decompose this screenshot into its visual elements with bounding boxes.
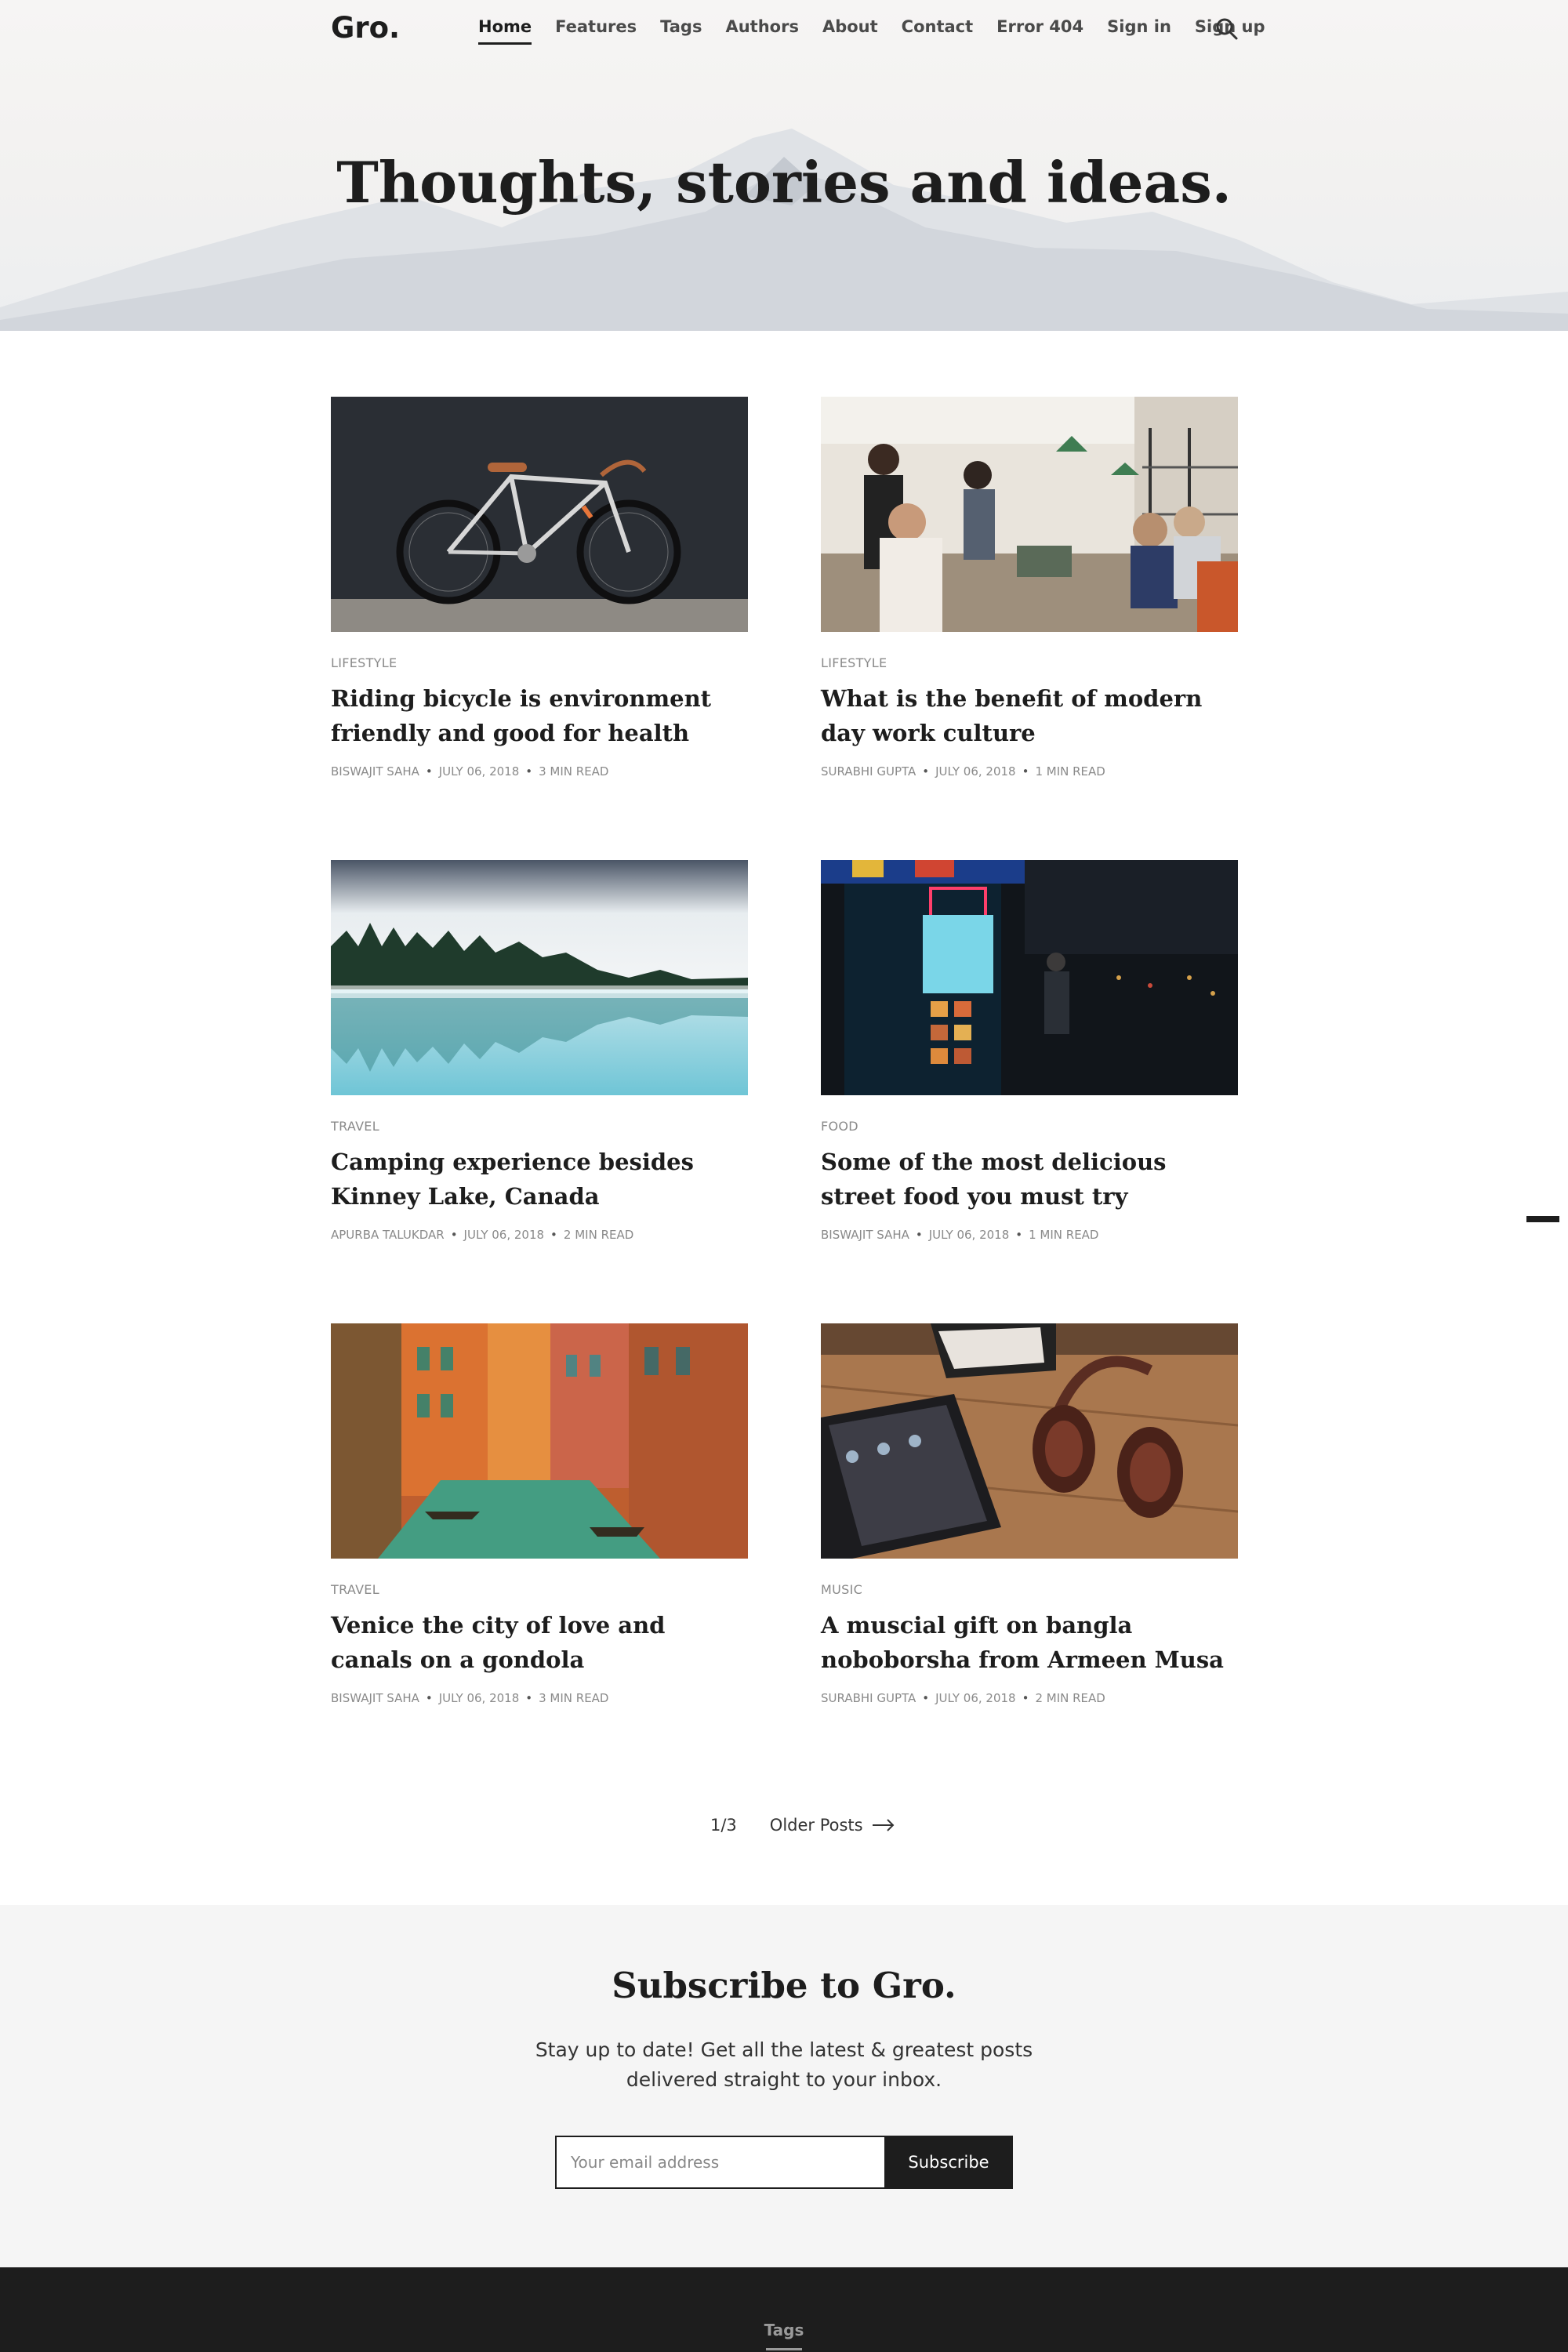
site-logo[interactable]: Gro. — [331, 11, 400, 45]
email-input[interactable]: Your email address — [555, 2136, 884, 2189]
post-image-lake[interactable] — [331, 860, 748, 1095]
subscribe-button[interactable]: Subscribe — [884, 2136, 1013, 2189]
nav-contact[interactable]: Contact — [902, 17, 974, 45]
post-card: TRAVEL Camping experience besides Kinney… — [331, 860, 748, 1242]
nav-features[interactable]: Features — [555, 17, 637, 45]
post-author[interactable]: BISWAJIT SAHA — [331, 1691, 419, 1705]
meta-separator: • — [525, 764, 533, 779]
page-indicator: 1/3 — [710, 1816, 737, 1835]
nav-sign-in[interactable]: Sign in — [1107, 17, 1171, 45]
post-title[interactable]: A muscial gift on bangla noboborsha from… — [821, 1608, 1238, 1677]
nav-about[interactable]: About — [822, 17, 878, 45]
post-card: FOOD Some of the most delicious street f… — [821, 860, 1238, 1242]
hero-title: Thoughts, stories and ideas. — [336, 149, 1232, 216]
subscribe-section: Subscribe to Gro. Stay up to date! Get a… — [0, 1905, 1568, 2267]
subscribe-description: Stay up to date! Get all the latest & gr… — [535, 2038, 1033, 2091]
post-meta: SURABHI GUPTA • JULY 06, 2018 • 2 MIN READ — [821, 1691, 1238, 1705]
post-date: JULY 06, 2018 — [935, 1691, 1016, 1705]
meta-separator: • — [450, 1228, 458, 1242]
post-author[interactable]: APURBA TALUKDAR — [331, 1228, 445, 1242]
post-title[interactable]: What is the benefit of modern day work c… — [821, 681, 1238, 750]
post-title[interactable]: Some of the most delicious street food y… — [821, 1145, 1238, 1214]
post-read-time: 3 MIN READ — [539, 1691, 609, 1705]
post-meta: BISWAJIT SAHA • JULY 06, 2018 • 1 MIN READ — [821, 1228, 1238, 1242]
main-menu: Home Features Tags Authors About Contact… — [478, 17, 1289, 45]
post-card: TRAVEL Venice the city of love and canal… — [331, 1323, 748, 1705]
older-posts-link[interactable]: Older Posts — [770, 1816, 895, 1835]
meta-separator: • — [550, 1228, 557, 1242]
post-date: JULY 06, 2018 — [438, 764, 520, 779]
post-image-street-food[interactable] — [821, 860, 1238, 1095]
post-author[interactable]: BISWAJIT SAHA — [821, 1228, 909, 1242]
post-meta: BISWAJIT SAHA • JULY 06, 2018 • 3 MIN READ — [331, 1691, 748, 1705]
post-read-time: 2 MIN READ — [1035, 1691, 1105, 1705]
post-title[interactable]: Camping experience besides Kinney Lake, … — [331, 1145, 748, 1214]
nav-authors[interactable]: Authors — [725, 17, 798, 45]
post-title[interactable]: Venice the city of love and canals on a … — [331, 1608, 748, 1677]
search-icon[interactable] — [1215, 17, 1239, 41]
post-category[interactable]: LIFESTYLE — [821, 655, 1238, 670]
meta-separator: • — [425, 764, 433, 779]
post-category[interactable]: MUSIC — [821, 1582, 1238, 1597]
top-nav: Gro. Home Features Tags Authors About Co… — [0, 0, 1568, 60]
post-read-time: 1 MIN READ — [1035, 764, 1105, 779]
post-card: LIFESTYLE What is the benefit of modern … — [821, 397, 1238, 779]
arrow-right-icon — [872, 1819, 895, 1831]
post-read-time: 2 MIN READ — [563, 1228, 634, 1242]
meta-separator: • — [915, 1228, 923, 1242]
meta-separator: • — [425, 1691, 433, 1705]
post-meta: APURBA TALUKDAR • JULY 06, 2018 • 2 MIN READ — [331, 1228, 748, 1242]
post-image-cafe[interactable] — [821, 397, 1238, 632]
nav-tags[interactable]: Tags — [660, 17, 702, 45]
post-category[interactable]: TRAVEL — [331, 1119, 748, 1134]
nav-home[interactable]: Home — [478, 17, 532, 45]
post-image-bicycle[interactable] — [331, 397, 748, 632]
post-read-time: 1 MIN READ — [1029, 1228, 1099, 1242]
post-author[interactable]: SURABHI GUPTA — [821, 1691, 916, 1705]
post-card: LIFESTYLE Riding bicycle is environment … — [331, 397, 748, 779]
post-meta: BISWAJIT SAHA • JULY 06, 2018 • 3 MIN READ — [331, 764, 748, 779]
post-category[interactable]: LIFESTYLE — [331, 655, 748, 670]
subscribe-form: Your email address Subscribe — [555, 2136, 1013, 2189]
post-meta: SURABHI GUPTA • JULY 06, 2018 • 1 MIN READ — [821, 764, 1238, 779]
post-image-venice[interactable] — [331, 1323, 748, 1559]
pagination: 1/3 Older Posts — [710, 1816, 895, 1835]
meta-separator: • — [1022, 1691, 1029, 1705]
side-scroll-indicator[interactable] — [1526, 1216, 1559, 1222]
post-date: JULY 06, 2018 — [463, 1228, 545, 1242]
post-category[interactable]: FOOD — [821, 1119, 1238, 1134]
post-read-time: 3 MIN READ — [539, 764, 609, 779]
subscribe-title: Subscribe to Gro. — [612, 1965, 956, 2006]
post-card: MUSIC A muscial gift on bangla noboborsh… — [821, 1323, 1238, 1705]
footer-tags-underline — [766, 2348, 802, 2350]
post-image-headphones[interactable] — [821, 1323, 1238, 1559]
post-author[interactable]: SURABHI GUPTA — [821, 764, 916, 779]
post-date: JULY 06, 2018 — [928, 1228, 1010, 1242]
post-author[interactable]: BISWAJIT SAHA — [331, 764, 419, 779]
meta-separator: • — [922, 1691, 930, 1705]
hero-section: Gro. Home Features Tags Authors About Co… — [0, 0, 1568, 331]
post-date: JULY 06, 2018 — [438, 1691, 520, 1705]
post-date: JULY 06, 2018 — [935, 764, 1016, 779]
footer: Tags — [0, 2267, 1568, 2352]
meta-separator: • — [1022, 764, 1029, 779]
meta-separator: • — [525, 1691, 533, 1705]
older-posts-label: Older Posts — [769, 1816, 863, 1835]
post-title[interactable]: Riding bicycle is environment friendly a… — [331, 681, 748, 750]
nav-error-404[interactable]: Error 404 — [996, 17, 1083, 45]
meta-separator: • — [922, 764, 930, 779]
post-category[interactable]: TRAVEL — [331, 1582, 748, 1597]
meta-separator: • — [1015, 1228, 1023, 1242]
footer-tags-heading[interactable]: Tags — [0, 2321, 1568, 2339]
